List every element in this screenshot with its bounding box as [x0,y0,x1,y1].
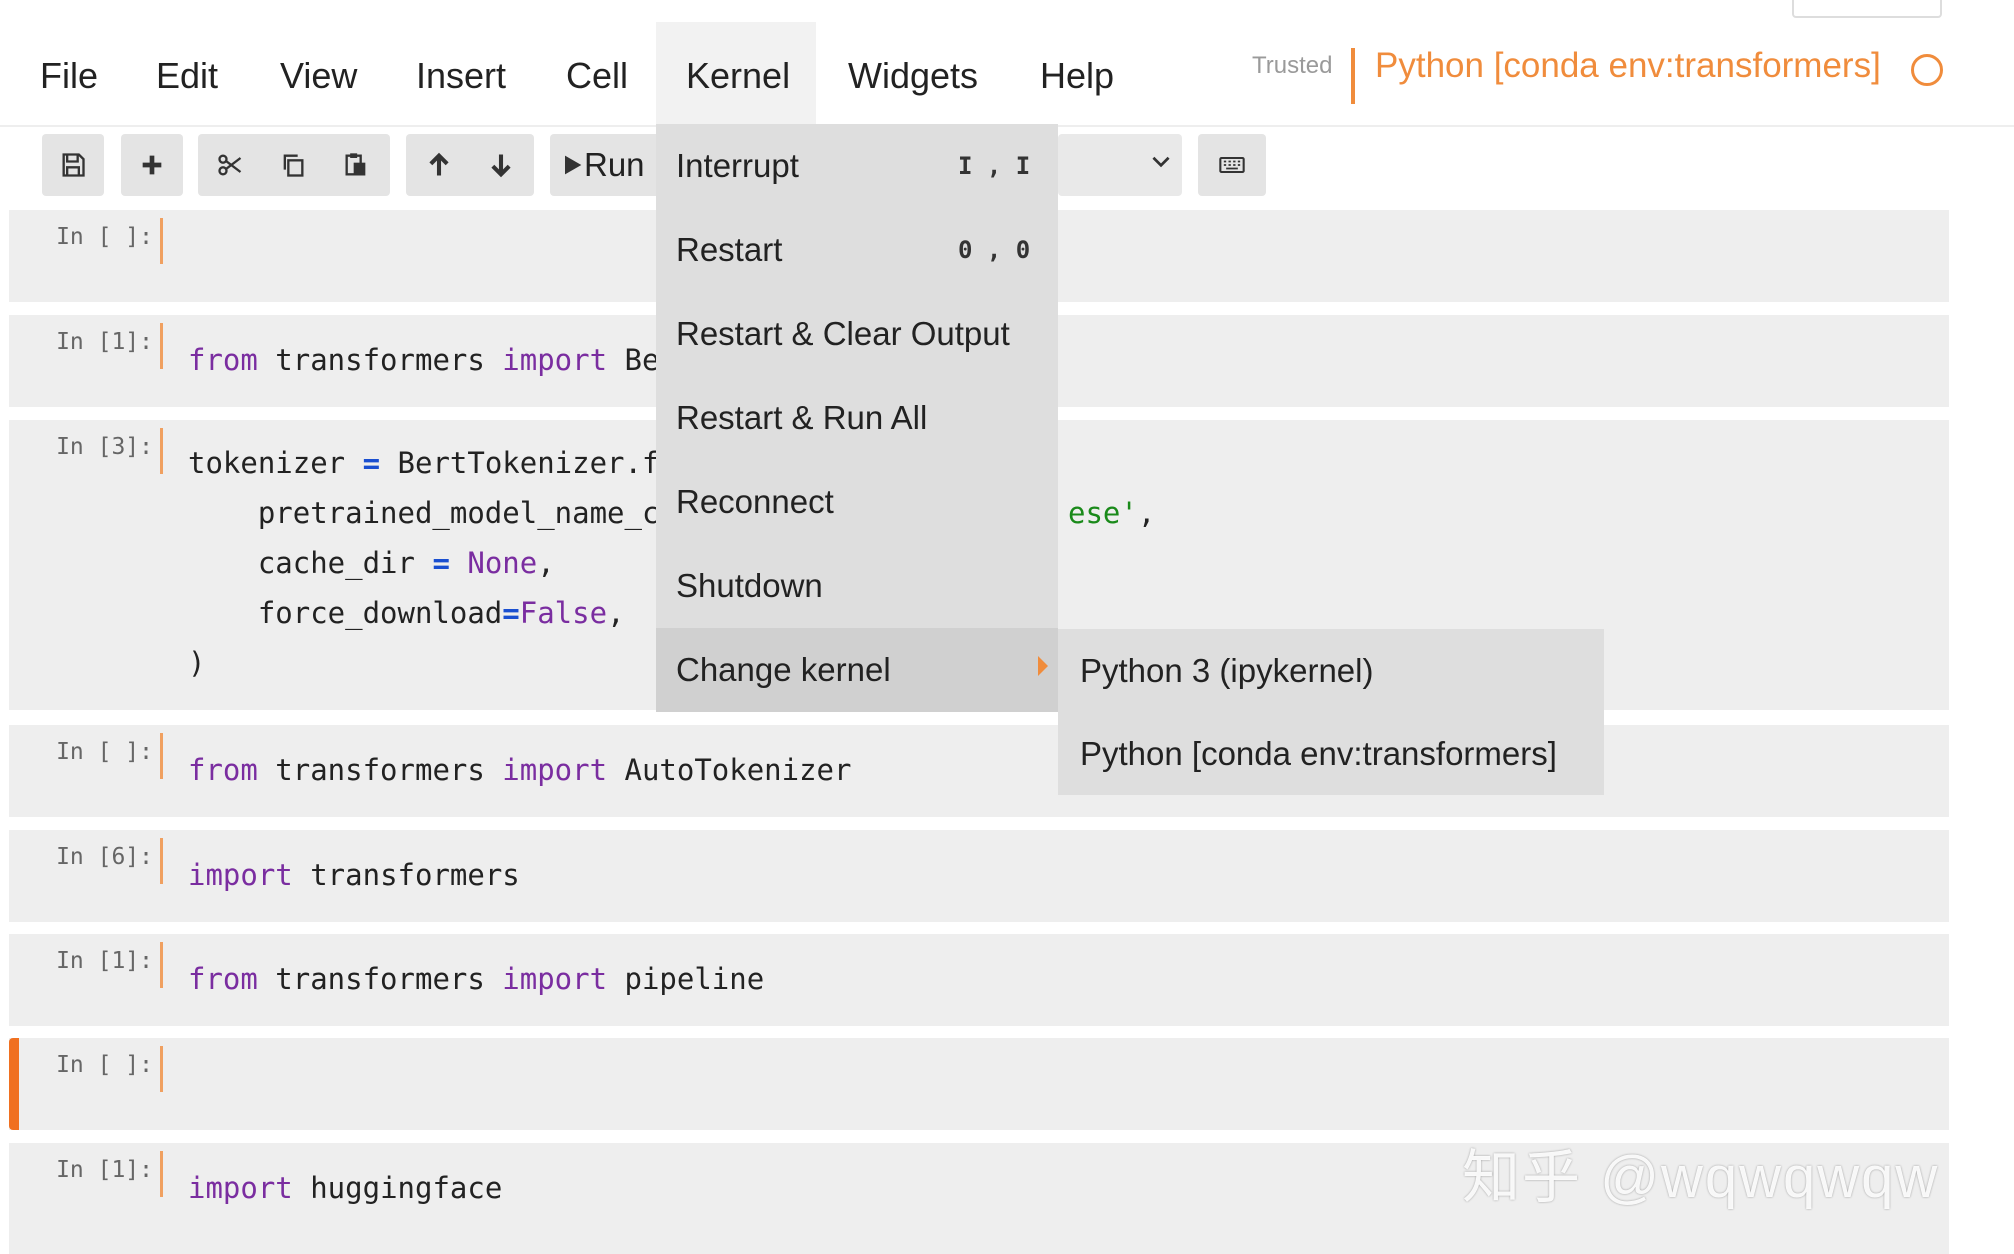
submenu-arrow-icon [1038,656,1048,676]
paste-icon[interactable] [326,134,386,196]
clipboard-button-group [198,134,390,196]
code-editor[interactable]: import transformers [188,850,520,900]
kernel-name[interactable]: Python [conda env:transformers] [1375,46,1881,86]
watermark: 知乎 @wqwqwqw [1462,1130,1939,1214]
code-editor[interactable]: tokenizer = BertTokenizer.f pretrained_m… [188,438,659,688]
menu-item-label: Change kernel [676,628,891,712]
cell-input-border [160,218,163,264]
submenu-item-conda-transformers[interactable]: Python [conda env:transformers] [1058,712,1604,795]
logout-button[interactable] [1792,0,1942,18]
code-editor[interactable]: import huggingface [188,1163,502,1213]
run-button-label: Run [584,134,645,196]
input-prompt: In [ ]: [41,1052,161,1078]
change-kernel-submenu: Python 3 (ipykernel) Python [conda env:t… [1058,629,1604,795]
menu-item-label: Restart & Run All [676,376,927,460]
cell-input-border [160,838,163,884]
input-prompt: In [ ]: [41,739,161,765]
kernel-dropdown-menu: Interrupt I , I Restart 0 , 0 Restart & … [656,124,1058,712]
copy-icon[interactable] [263,134,323,196]
cell-input-border [160,323,163,369]
menu-file[interactable]: File [10,22,128,124]
insert-cell-button[interactable] [121,134,183,196]
input-prompt: In [1]: [41,948,161,974]
code-cell[interactable]: In [6]: import transformers [9,830,1949,922]
arrow-down-icon[interactable] [471,134,531,196]
cell-input-border [160,428,163,474]
input-prompt: In [1]: [41,1157,161,1183]
keyboard-shortcut: 0 , 0 [958,208,1030,292]
menu-item-label: Restart [676,208,782,292]
code-cell[interactable]: In [1]: from transformers import pipelin… [9,934,1949,1026]
input-prompt: In [3]: [41,434,161,460]
input-prompt: In [6]: [41,844,161,870]
plus-icon [122,134,182,196]
cell-input-border [160,733,163,779]
submenu-item-python3-ipykernel[interactable]: Python 3 (ipykernel) [1058,629,1604,712]
kernel-idle-icon [1911,54,1943,86]
move-button-group [406,134,534,196]
menu-insert[interactable]: Insert [386,22,536,124]
menu-item-label: Interrupt [676,124,799,208]
menu-item-label: Reconnect [676,460,834,544]
menu-item-restart-clear-output[interactable]: Restart & Clear Output [656,292,1058,376]
keyboard-shortcut: I , I [958,124,1030,208]
menu-help[interactable]: Help [1010,22,1144,124]
keyboard-icon [1202,134,1262,196]
menu-widgets[interactable]: Widgets [818,22,1008,124]
code-fragment: ese', [1068,488,1155,538]
menu-view[interactable]: View [250,22,387,124]
menu-item-interrupt[interactable]: Interrupt I , I [656,124,1058,208]
selected-cell-marker [9,1038,19,1130]
code-editor[interactable]: from transformers import Be [188,335,659,385]
input-prompt: In [1]: [41,329,161,355]
menu-kernel[interactable]: Kernel [656,22,816,124]
menu-cell[interactable]: Cell [536,22,658,124]
cell-input-border [160,1151,163,1197]
cell-input-border [160,1046,163,1092]
menu-item-label: Shutdown [676,544,823,628]
arrow-up-icon[interactable] [409,134,469,196]
input-prompt: In [ ]: [41,224,161,250]
menu-item-reconnect[interactable]: Reconnect [656,460,1058,544]
code-editor[interactable]: from transformers import AutoTokenizer [188,745,851,795]
save-button[interactable] [42,134,104,196]
submenu-item-label: Python 3 (ipykernel) [1080,629,1373,712]
trusted-indicator[interactable]: Trusted [1252,52,1332,80]
code-cell[interactable]: In [ ]: from transformers import AutoTok… [9,725,1949,817]
code-editor[interactable]: from transformers import pipeline [188,954,764,1004]
menu-item-change-kernel[interactable]: Change kernel [656,628,1058,712]
cut-icon[interactable] [200,134,260,196]
save-icon [43,134,103,196]
menu-item-restart-run-all[interactable]: Restart & Run All [656,376,1058,460]
menu-edit[interactable]: Edit [126,22,248,124]
code-cell-selected[interactable]: In [ ]: [9,1038,1949,1130]
menu-item-restart[interactable]: Restart 0 , 0 [656,208,1058,292]
submenu-item-label: Python [conda env:transformers] [1080,712,1557,795]
kernel-indicator-divider [1351,48,1355,104]
chevron-down-icon [1148,148,1174,181]
command-palette-button[interactable] [1198,134,1266,196]
menu-item-label: Restart & Clear Output [676,292,1010,376]
menu-item-shutdown[interactable]: Shutdown [656,544,1058,628]
cell-input-border [160,942,163,988]
